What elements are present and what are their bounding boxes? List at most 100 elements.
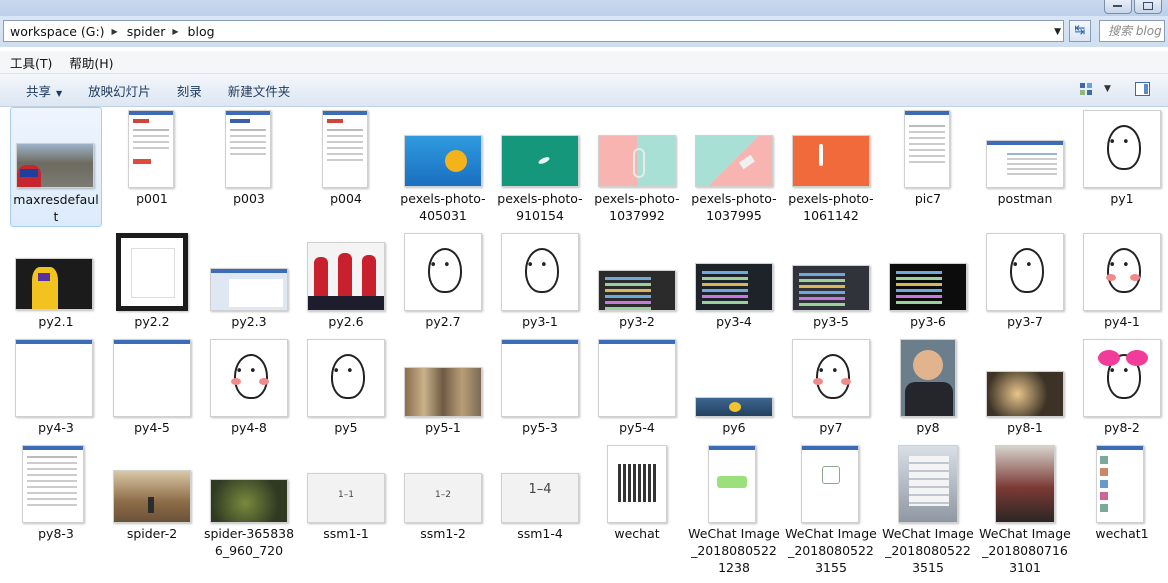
file-item[interactable]: py4-5 [106,336,198,441]
file-item[interactable]: py3-2 [591,230,683,335]
view-options-icon[interactable] [1080,83,1094,97]
file-item[interactable]: wechat1 [1076,442,1168,582]
file-thumbnail [307,339,385,417]
share-button[interactable]: 共享 ▼ [14,81,76,100]
menu-tools[interactable]: 工具(T) [0,53,59,72]
maximize-button[interactable] [1134,0,1162,14]
file-item[interactable]: py7 [785,336,877,441]
file-name: wechat [614,526,660,541]
file-item[interactable]: maxresdefault [10,107,102,227]
file-thumbnail [792,339,870,417]
file-item[interactable]: py2.3 [203,230,295,335]
file-thumbnail [695,135,773,187]
file-item[interactable]: pexels-photo-1037992 [591,107,683,227]
file-thumbnail: 1–2 [404,473,482,523]
breadcrumb-blog[interactable]: blog [182,24,219,39]
file-thumbnail [598,339,676,417]
file-item[interactable]: py5-1 [397,336,489,441]
file-name: spider-2 [126,526,178,541]
file-item[interactable]: py4-8 [203,336,295,441]
file-item[interactable]: py3-7 [979,230,1071,335]
command-bar: 共享 ▼ 放映幻灯片 刻录 新建文件夹 [0,74,1168,107]
file-thumbnail [598,270,676,311]
file-item[interactable]: py8-2 [1076,336,1168,441]
file-thumbnail [322,110,368,188]
file-item[interactable]: wechat [591,442,683,582]
file-name: p003 [233,191,265,206]
file-item[interactable]: p001 [106,107,198,217]
slideshow-button[interactable]: 放映幻灯片 [76,81,165,100]
file-name: py2.7 [425,314,461,329]
file-item[interactable]: py6 [688,336,780,441]
file-thumbnail [607,445,667,523]
file-name: py8-1 [1007,420,1043,435]
file-item[interactable]: py1 [1076,107,1168,217]
file-name: py4-8 [231,420,267,435]
file-thumbnail [113,339,191,417]
breadcrumb-spider[interactable]: spider [121,24,170,39]
file-name: pexels-photo-1037992 [594,191,680,223]
breadcrumb-drive[interactable]: workspace (G:) [4,24,109,39]
file-item[interactable]: py5-3 [494,336,586,441]
minimize-icon [1113,5,1122,7]
file-item[interactable]: py4-1 [1076,230,1168,335]
file-item[interactable]: spider-3658386_960_720 [203,442,295,582]
file-item[interactable]: pexels-photo-405031 [397,107,489,227]
file-name: py5 [334,420,358,435]
menu-help[interactable]: 帮助(H) [59,53,120,72]
file-item[interactable]: p004 [300,107,392,217]
file-item[interactable]: py2.2 [106,230,198,335]
file-thumbnail [904,110,950,188]
file-name: py3-4 [716,314,752,329]
breadcrumb-arrow-icon[interactable]: ▶ [169,27,181,36]
file-item[interactable]: py3-4 [688,230,780,335]
file-item[interactable]: py8-1 [979,336,1071,441]
refresh-button[interactable]: ↹ [1069,20,1091,42]
search-input[interactable]: 搜索 blog [1099,20,1165,42]
file-item[interactable]: pexels-photo-1037995 [688,107,780,227]
file-item[interactable]: pic7 [882,107,974,217]
new-folder-button[interactable]: 新建文件夹 [216,81,305,100]
file-item[interactable]: WeChat Image_20180805221238 [688,442,780,582]
file-item[interactable]: 1–2 ssm1-2 [397,442,489,582]
file-name: postman [997,191,1053,206]
file-item[interactable]: pexels-photo-910154 [494,107,586,227]
file-item[interactable]: py8 [882,336,974,441]
file-item[interactable]: pexels-photo-1061142 [785,107,877,227]
file-name: spider-3658386_960_720 [203,526,295,558]
file-item[interactable]: WeChat Image_20180807163101 [979,442,1071,582]
address-row: workspace (G:) ▶ spider ▶ blog ▼ ↹ 搜索 bl… [0,16,1168,47]
file-item[interactable]: WeChat Image_20180805223515 [882,442,974,582]
file-item[interactable]: py2.1 [10,230,102,335]
address-bar[interactable]: workspace (G:) ▶ spider ▶ blog ▼ [3,20,1064,42]
file-name: pexels-photo-1037995 [691,191,777,223]
file-item[interactable]: py2.6 [300,230,392,335]
breadcrumb-arrow-icon[interactable]: ▶ [109,27,121,36]
file-item[interactable]: py5 [300,336,392,441]
file-thumbnail [16,143,94,188]
file-item[interactable]: py3-6 [882,230,974,335]
file-item[interactable]: WeChat Image_20180805223155 [785,442,877,582]
file-thumbnail [501,233,579,311]
file-item[interactable]: p003 [203,107,295,217]
file-thumbnail [404,367,482,417]
file-item[interactable]: py8-3 [10,442,102,582]
burn-button[interactable]: 刻录 [165,81,216,100]
address-dropdown-icon[interactable]: ▼ [1054,27,1061,37]
file-thumbnail [404,135,482,187]
file-item[interactable]: py2.7 [397,230,489,335]
preview-pane-icon[interactable] [1135,82,1150,96]
view-dropdown-icon[interactable]: ▼ [1104,84,1111,94]
file-thumbnail: 1–4 [501,473,579,523]
file-item[interactable]: py4-3 [10,336,102,441]
file-item[interactable]: postman [979,107,1071,217]
file-item[interactable]: py3-1 [494,230,586,335]
file-item[interactable]: spider-2 [106,442,198,582]
file-thumbnail [113,470,191,523]
file-item[interactable]: py3-5 [785,230,877,335]
file-thumbnail [128,110,174,188]
file-item[interactable]: 1–4 ssm1-4 [494,442,586,582]
minimize-button[interactable] [1104,0,1132,14]
file-item[interactable]: py5-4 [591,336,683,441]
file-item[interactable]: 1–1 ssm1-1 [300,442,392,582]
